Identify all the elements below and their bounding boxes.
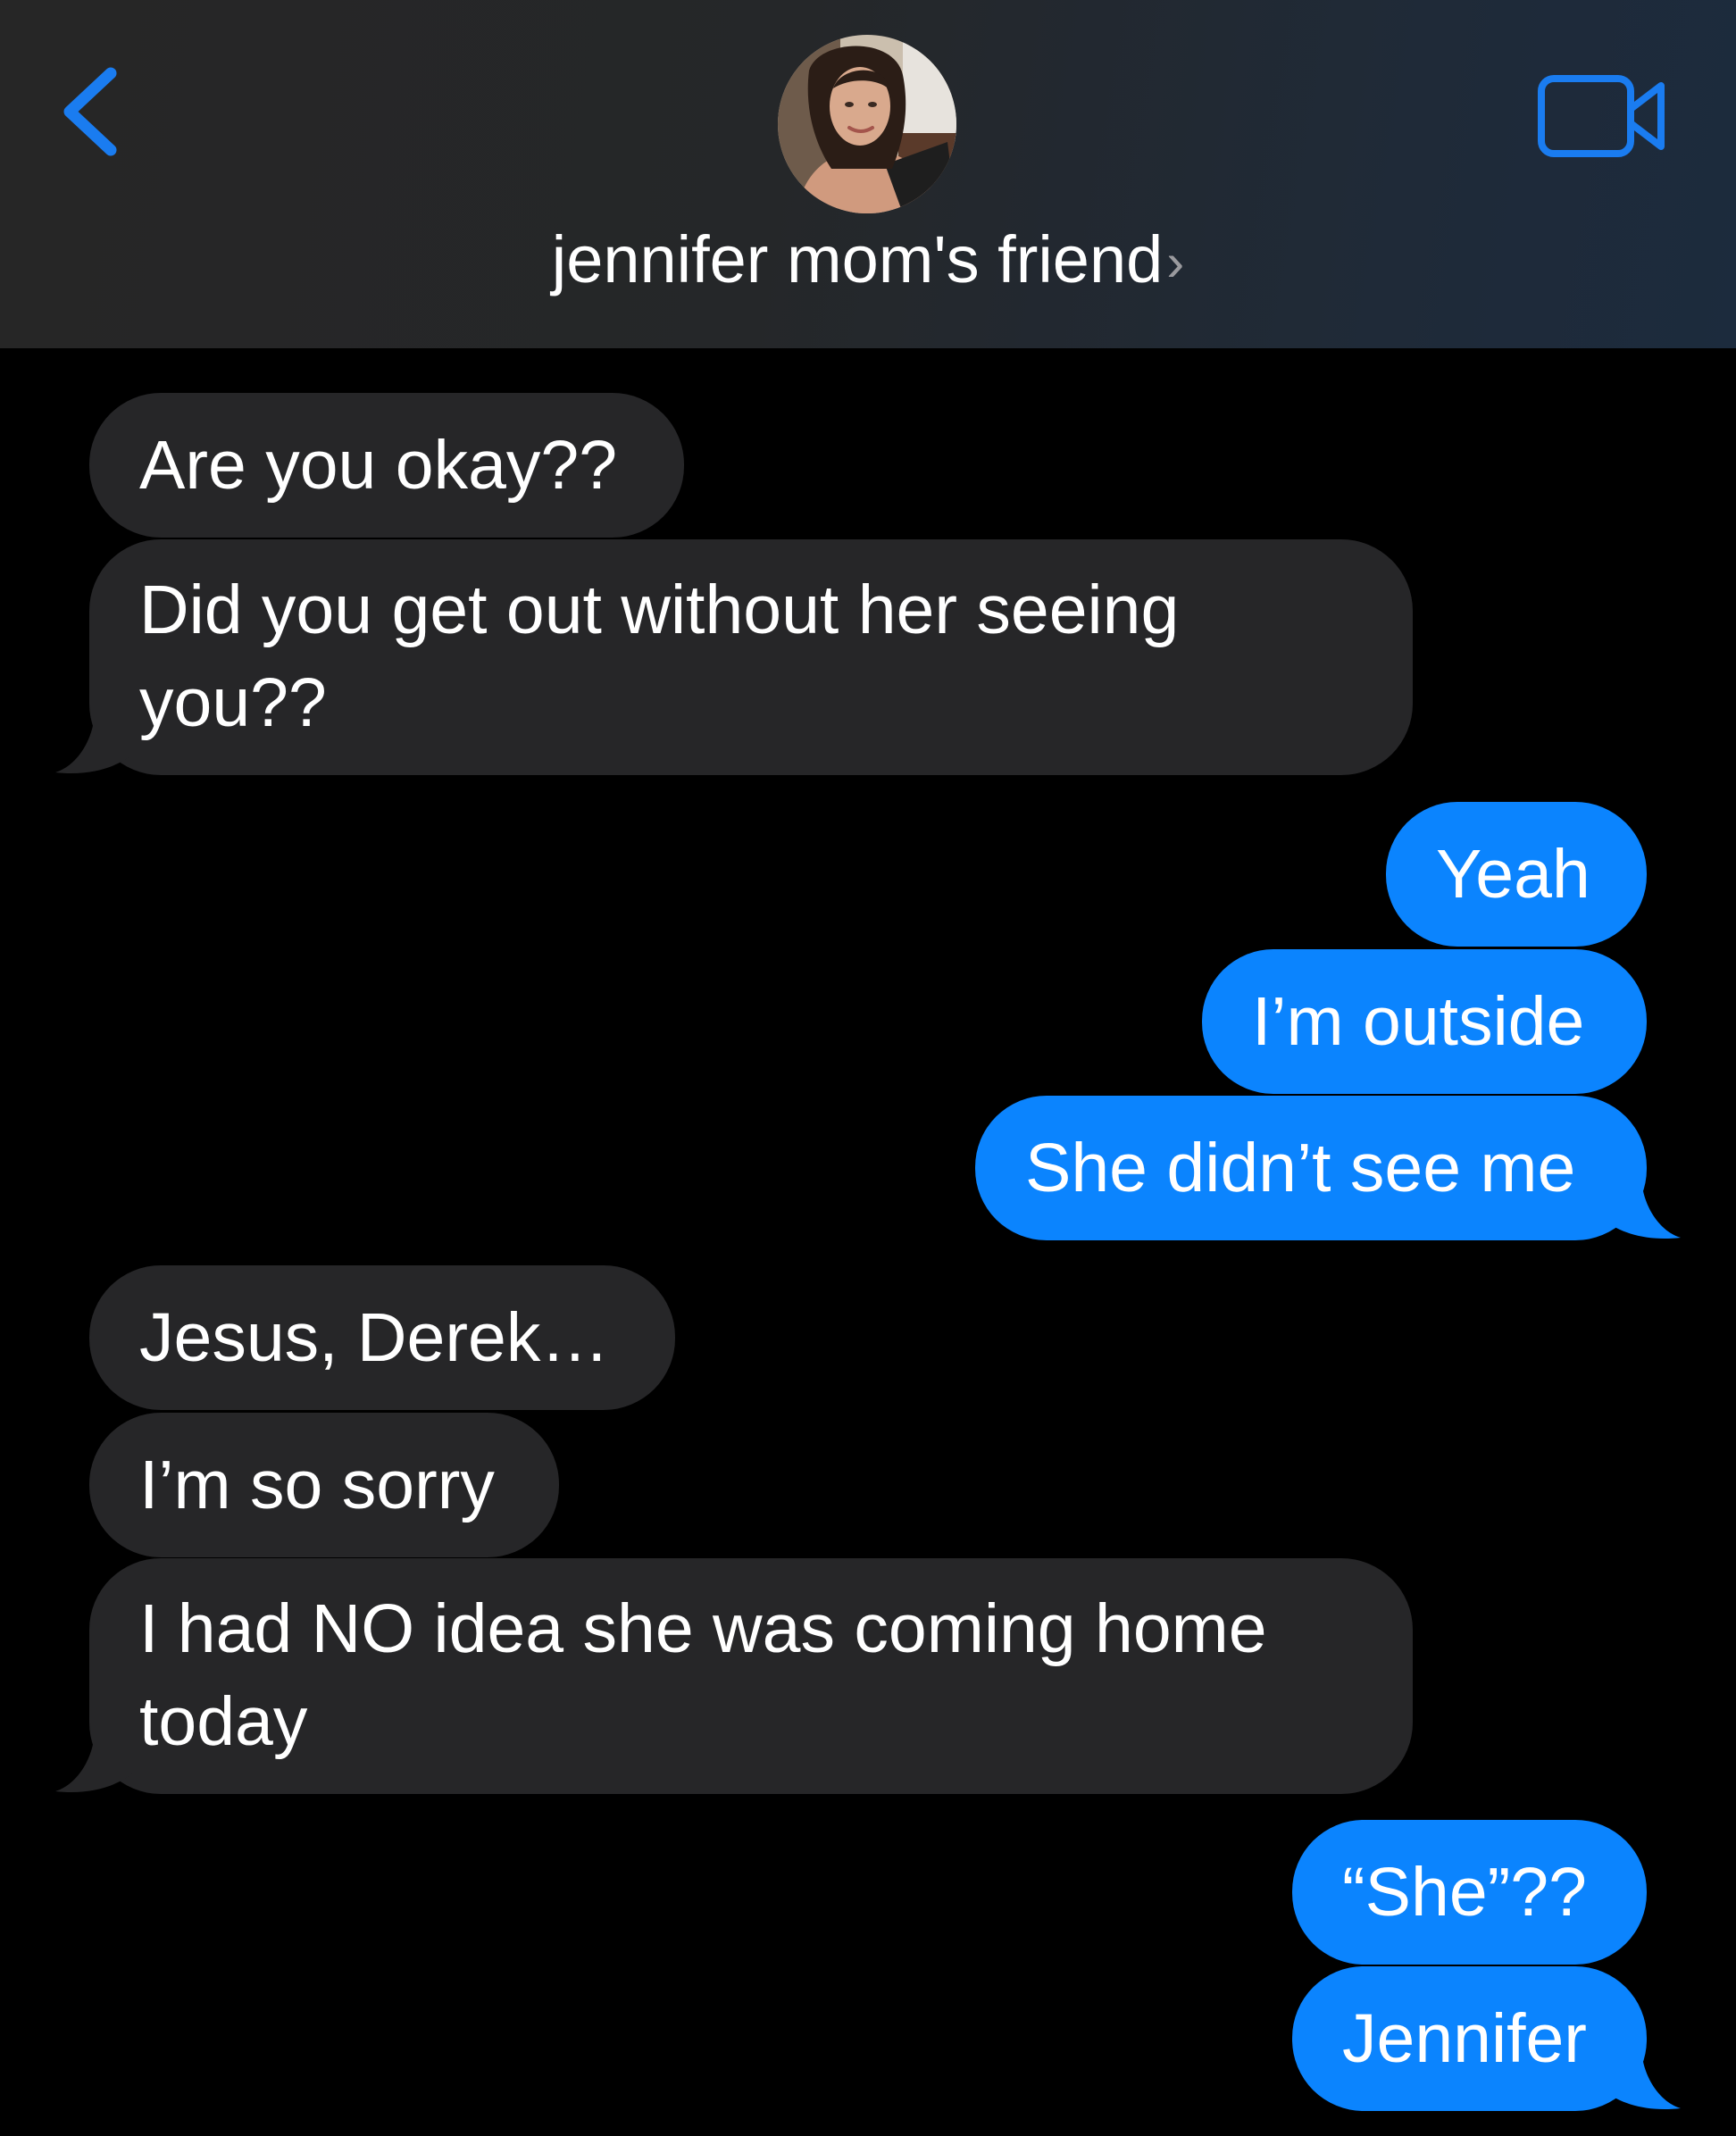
- video-call-button[interactable]: [1536, 73, 1668, 159]
- message-thread: Are you okay?? Did you get out without h…: [0, 348, 1736, 2136]
- message-outgoing[interactable]: Jennifer: [1292, 1966, 1647, 2111]
- message-text: I had NO idea she was coming home today: [139, 1590, 1267, 1760]
- chevron-left-icon: [63, 67, 117, 156]
- bubble-tail: [55, 1729, 132, 1793]
- message-outgoing[interactable]: “She”??: [1292, 1820, 1647, 1965]
- message-incoming[interactable]: I had NO idea she was coming home today: [89, 1558, 1413, 1794]
- message-text: I’m outside: [1252, 983, 1585, 1060]
- message-text: Did you get out without her seeing you??: [139, 572, 1180, 741]
- avatar-photo: [778, 35, 956, 213]
- message-incoming[interactable]: Are you okay??: [89, 393, 684, 538]
- contact-name: jennifer mom's friend: [551, 222, 1164, 296]
- message-incoming[interactable]: I’m so sorry: [89, 1413, 559, 1557]
- back-button[interactable]: [54, 63, 134, 161]
- chevron-right-icon: ›: [1166, 232, 1185, 292]
- conversation-header: jennifer mom's friend›: [0, 0, 1736, 348]
- video-camera-icon: [1538, 75, 1665, 157]
- message-text: I’m so sorry: [139, 1447, 495, 1523]
- message-outgoing[interactable]: Yeah: [1386, 802, 1647, 947]
- message-text: Are you okay??: [139, 427, 618, 504]
- contact-name-button[interactable]: jennifer mom's friend›: [0, 221, 1736, 297]
- message-outgoing[interactable]: She didn’t see me: [975, 1096, 1647, 1240]
- bubble-tail: [1604, 2046, 1681, 2110]
- message-incoming[interactable]: Jesus, Derek…: [89, 1265, 675, 1410]
- message-text: Yeah: [1436, 836, 1590, 913]
- bubble-tail: [55, 710, 132, 774]
- message-outgoing[interactable]: I’m outside: [1202, 949, 1647, 1094]
- message-text: Jennifer: [1342, 2000, 1587, 2077]
- message-incoming[interactable]: Did you get out without her seeing you??: [89, 539, 1413, 775]
- bubble-tail: [1604, 1175, 1681, 1239]
- contact-avatar[interactable]: [778, 35, 956, 213]
- message-text: Jesus, Derek…: [139, 1299, 610, 1376]
- message-text: She didn’t see me: [1025, 1130, 1576, 1206]
- message-text: “She”??: [1342, 1854, 1587, 1931]
